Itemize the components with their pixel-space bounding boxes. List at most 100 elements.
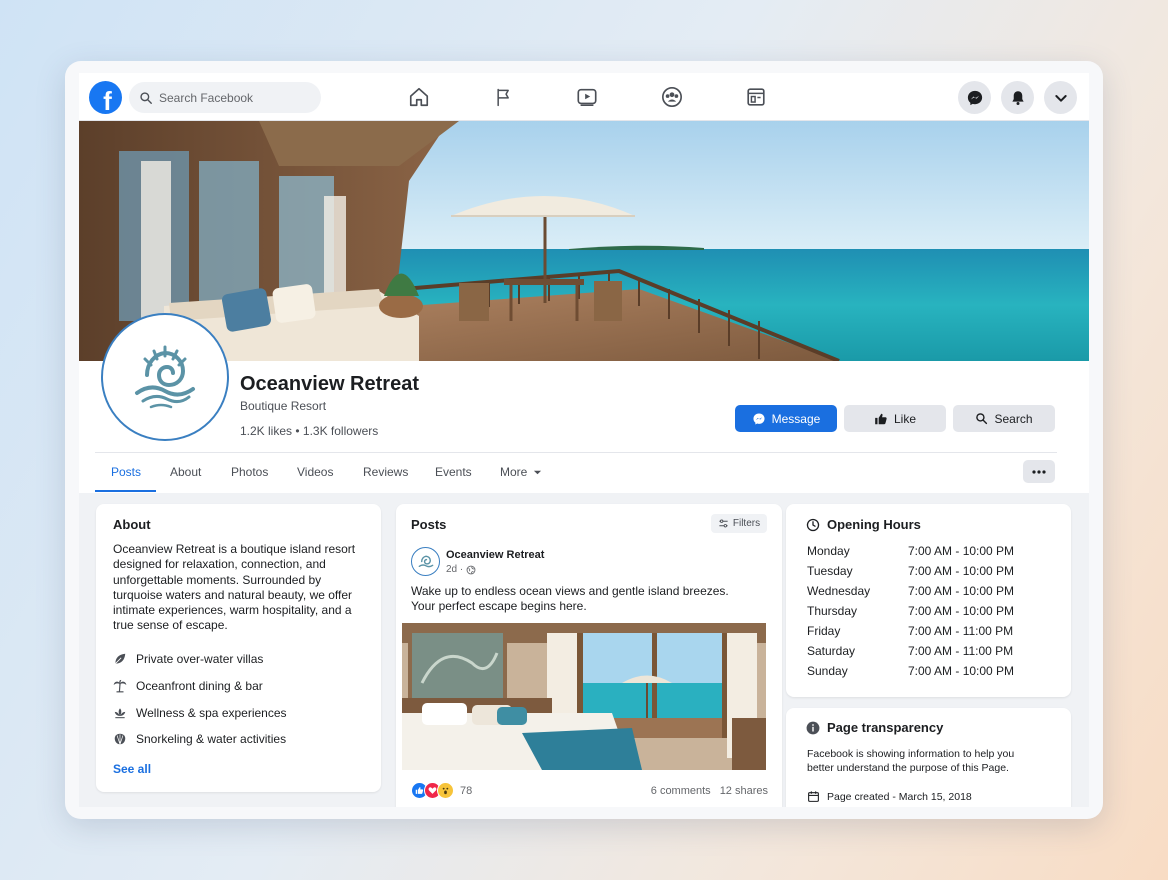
leaf-icon [113, 652, 127, 666]
search-box[interactable] [129, 82, 321, 113]
hours-time: 7:00 AM - 10:00 PM [908, 664, 1015, 678]
filters-button[interactable]: Filters [711, 514, 767, 533]
posts-title: Posts [411, 517, 447, 532]
tabs-divider [95, 452, 1057, 453]
info-icon [806, 721, 820, 734]
like-button-label: Like [893, 411, 916, 426]
reactions-summary[interactable]: 78 [411, 782, 472, 799]
tab-more[interactable]: More [500, 465, 542, 479]
like-button[interactable]: Like [844, 405, 946, 432]
active-tab-indicator [95, 490, 156, 492]
see-all-link[interactable]: See all [113, 762, 151, 776]
hours-day: Friday [807, 624, 841, 638]
hours-time: 7:00 AM - 11:00 PM [908, 644, 1014, 658]
comments-count[interactable]: 6 comments [651, 785, 711, 797]
hours-day: Tuesday [807, 564, 853, 578]
facebook-logo[interactable]: f [89, 81, 122, 114]
tab-photos[interactable]: Photos [231, 465, 268, 479]
post-text: Wake up to endless ocean views and gentl… [411, 584, 729, 614]
more-options-button[interactable] [1023, 460, 1055, 483]
hours-time: 7:00 AM - 10:00 PM [908, 604, 1015, 618]
transparency-header: Page transparency [806, 720, 943, 735]
feature-label: Oceanfront dining & bar [136, 679, 263, 693]
groups-icon[interactable] [660, 85, 684, 109]
hours-day: Saturday [807, 644, 856, 658]
hours-title: Opening Hours [827, 517, 921, 532]
page-search-button[interactable]: Search [953, 405, 1055, 432]
tab-videos[interactable]: Videos [297, 465, 333, 479]
feature-item: Snorkeling & water activities [113, 732, 286, 746]
bell-icon[interactable] [1001, 81, 1034, 114]
lotus-icon [113, 706, 127, 720]
shares-count[interactable]: 12 shares [720, 785, 768, 797]
posts-card: Posts Filters Oceanview Retreat 2d · Wak… [396, 504, 782, 807]
about-card: About Oceanview Retreat is a boutique is… [96, 504, 381, 792]
page-created-row: Page created - March 15, 2018 [807, 790, 972, 803]
page-created-text: Page created - March 15, 2018 [827, 790, 972, 803]
search-button-label: Search [994, 411, 1033, 426]
feature-label: Wellness & spa experiences [136, 706, 287, 720]
browser-frame: f Search Facebook Oceanview Retreat Bout… [65, 61, 1103, 819]
clock-icon [806, 518, 820, 531]
feature-item: Private over-water villas [113, 652, 263, 666]
post-image[interactable] [402, 623, 766, 770]
hours-day: Monday [807, 544, 850, 558]
tab-more-label: More [500, 465, 528, 479]
post-engagement: 6 comments 12 shares [651, 785, 768, 797]
flag-icon[interactable] [492, 85, 516, 109]
resort-logo [135, 345, 195, 409]
hours-day: Thursday [807, 604, 858, 618]
tab-reviews[interactable]: Reviews [363, 465, 408, 479]
tab-about[interactable]: About [170, 465, 201, 479]
video-icon[interactable] [575, 85, 599, 109]
messenger-icon [753, 412, 765, 425]
post-meta: 2d · [446, 564, 476, 575]
transparency-text: Facebook is showing information to help … [807, 748, 1015, 774]
marketplace-icon[interactable] [744, 85, 768, 109]
shell-icon [113, 732, 127, 746]
page-avatar[interactable] [103, 315, 227, 439]
opening-hours-card: Opening Hours Monday 7:00 AM - 10:00 PM T… [786, 504, 1071, 697]
tab-posts[interactable]: Posts [111, 465, 141, 479]
post-author-avatar[interactable] [411, 547, 440, 576]
home-icon[interactable] [407, 85, 431, 109]
top-navigation-bar: f [79, 73, 1089, 121]
page-transparency-card: Page transparency Facebook is showing in… [786, 708, 1071, 807]
messenger-icon[interactable] [958, 81, 991, 114]
chevron-down-icon[interactable] [1044, 81, 1077, 114]
tab-events[interactable]: Events [435, 465, 472, 479]
calendar-icon [808, 791, 819, 802]
facebook-page: f Search Facebook Oceanview Retreat Bout… [79, 73, 1089, 807]
feature-item: Wellness & spa experiences [113, 706, 287, 720]
post-author[interactable]: Oceanview Retreat [446, 549, 544, 561]
ellipsis-icon [1032, 469, 1046, 474]
feature-item: Oceanfront dining & bar [113, 679, 263, 693]
post-time: 2d · [446, 564, 464, 575]
feature-label: Private over-water villas [136, 652, 264, 666]
globe-icon [466, 565, 476, 574]
hours-header: Opening Hours [806, 517, 921, 532]
wow-reaction-icon [437, 782, 454, 799]
search-icon [976, 413, 988, 425]
hours-day: Sunday [807, 664, 848, 678]
hours-time: 7:00 AM - 11:00 PM [908, 624, 1014, 638]
reaction-count: 78 [460, 784, 473, 797]
page-stats: 1.2K likes • 1.3K followers [240, 424, 379, 438]
caret-down-icon [534, 470, 542, 474]
search-input[interactable] [159, 90, 309, 105]
thumbs-up-icon [875, 413, 887, 424]
about-title: About [113, 517, 151, 532]
hours-day: Wednesday [807, 584, 871, 598]
about-description: Oceanview Retreat is a boutique island r… [113, 542, 356, 633]
message-button[interactable]: Message [735, 405, 837, 432]
cover-photo [79, 121, 1089, 361]
page-category: Boutique Resort [240, 399, 327, 413]
hours-time: 7:00 AM - 10:00 PM [908, 544, 1015, 558]
feature-label: Snorkeling & water activities [136, 732, 287, 746]
palm-tree-icon [113, 679, 127, 693]
sliders-icon [719, 519, 728, 528]
page-name: Oceanview Retreat [240, 373, 419, 395]
hours-time: 7:00 AM - 10:00 PM [908, 584, 1015, 598]
message-button-label: Message [771, 411, 821, 426]
hours-time: 7:00 AM - 10:00 PM [908, 564, 1015, 578]
